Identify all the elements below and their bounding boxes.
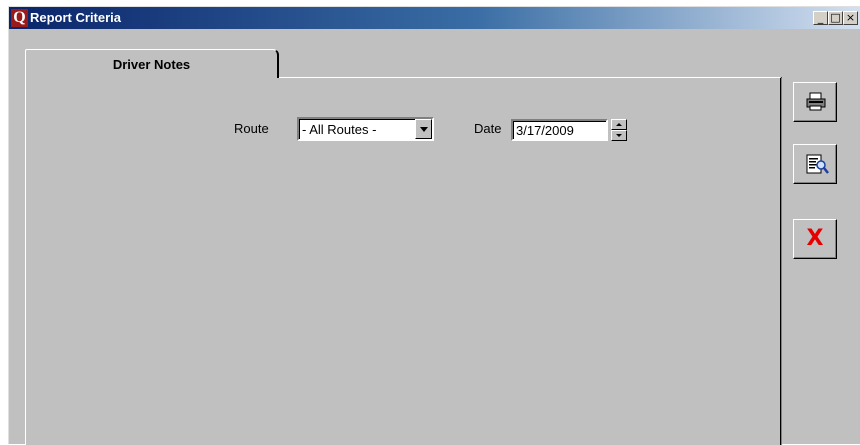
preview-icon bbox=[806, 154, 829, 174]
arrow-down-icon bbox=[616, 134, 622, 137]
close-icon: X bbox=[806, 226, 824, 251]
window-title: Report Criteria bbox=[30, 10, 122, 25]
route-dropdown-button[interactable] bbox=[415, 119, 432, 139]
app-logo-icon: Q bbox=[11, 9, 28, 27]
preview-button[interactable] bbox=[793, 144, 837, 184]
date-spinner bbox=[611, 119, 627, 141]
print-button[interactable] bbox=[793, 82, 837, 122]
panel-shadow bbox=[781, 78, 782, 445]
cancel-button[interactable]: X bbox=[793, 219, 837, 259]
minimize-button[interactable]: _ bbox=[813, 11, 828, 25]
date-input[interactable]: 3/17/2009 bbox=[511, 119, 608, 141]
maximize-button[interactable]: □ bbox=[828, 11, 843, 25]
date-label: Date bbox=[474, 121, 502, 136]
route-dropdown[interactable]: - All Routes - bbox=[297, 117, 434, 141]
title-bar[interactable]: Q Report Criteria _ □ × bbox=[9, 7, 860, 29]
date-input-value: 3/17/2009 bbox=[516, 123, 574, 138]
tab-driver-notes-label: Driver Notes bbox=[112, 57, 191, 72]
date-spin-up-button[interactable] bbox=[611, 119, 627, 130]
close-window-button[interactable]: × bbox=[843, 11, 858, 25]
route-dropdown-value: - All Routes - bbox=[302, 122, 377, 137]
printer-icon bbox=[806, 92, 826, 111]
date-spin-down-button[interactable] bbox=[611, 130, 627, 141]
report-criteria-window: Q Report Criteria _ □ × Driver Notes Rou… bbox=[8, 6, 860, 445]
tab-driver-notes[interactable]: Driver Notes bbox=[25, 49, 279, 78]
route-label: Route bbox=[234, 121, 269, 136]
chevron-down-icon bbox=[420, 127, 428, 132]
arrow-up-icon bbox=[616, 123, 622, 126]
